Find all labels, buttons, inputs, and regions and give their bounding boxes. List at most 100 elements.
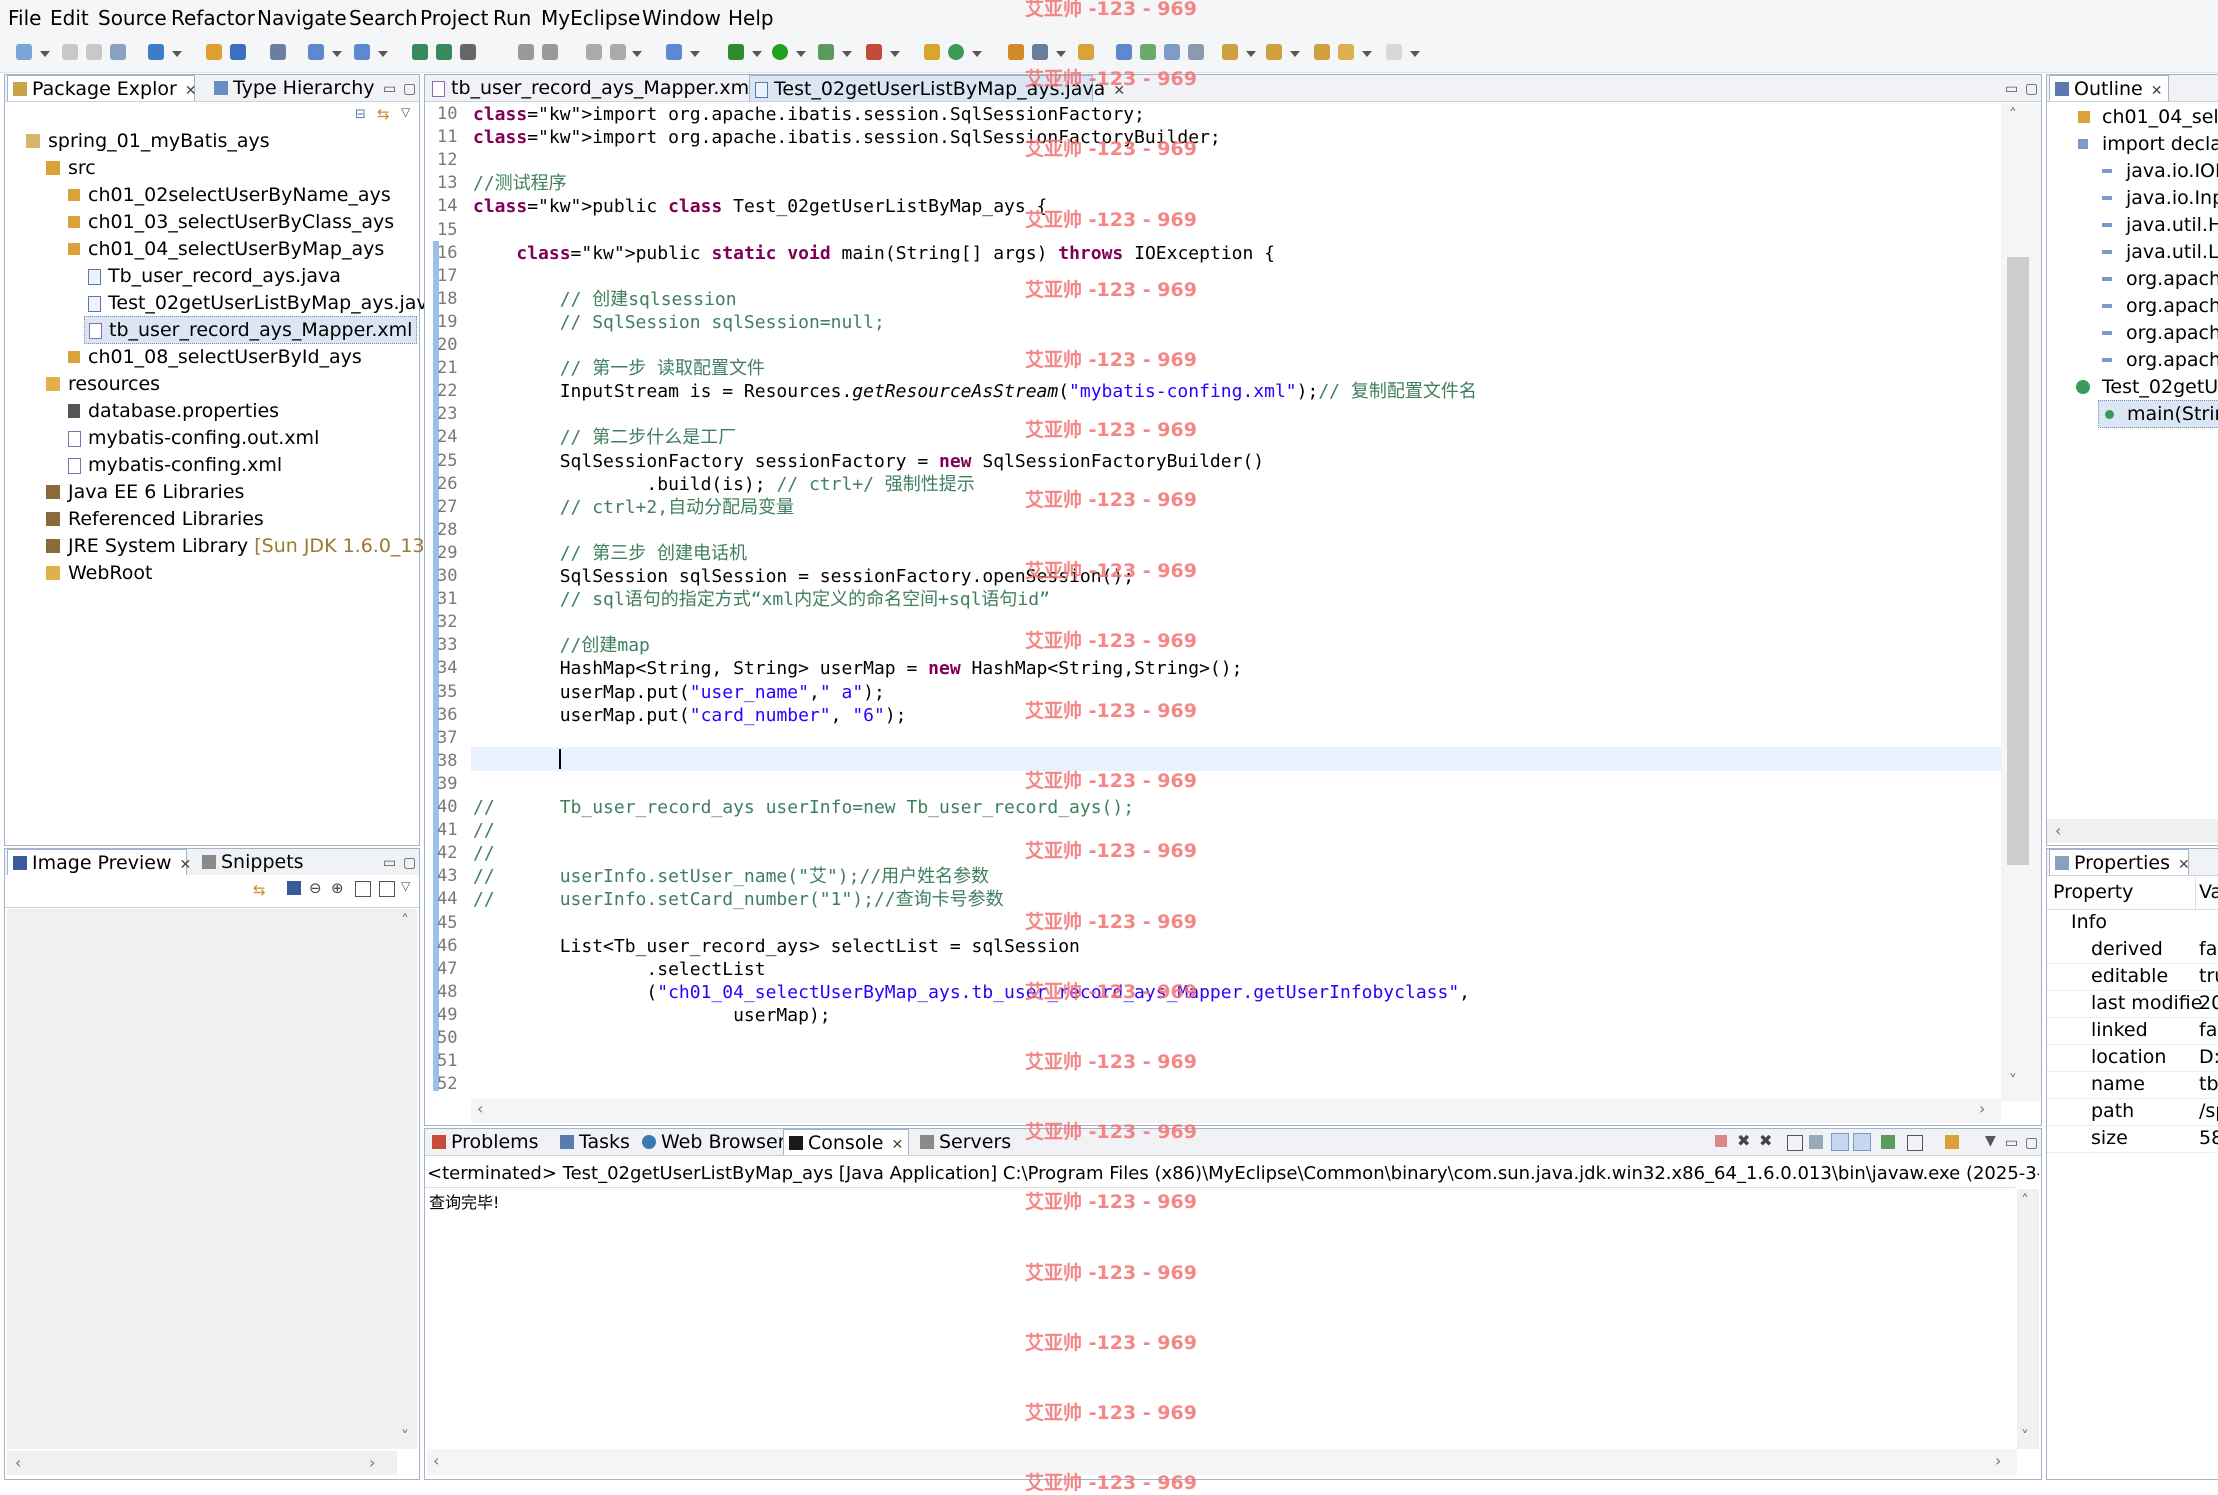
new-package-icon[interactable]	[412, 44, 428, 60]
tree-item[interactable]: Test_02getUserListByMap_ays.java	[86, 290, 439, 316]
close-icon[interactable]: ✕	[180, 857, 192, 873]
open-resource-icon[interactable]	[230, 44, 246, 60]
perspective-icon[interactable]	[666, 44, 682, 60]
clear-console-icon[interactable]	[1787, 1135, 1803, 1151]
scroll-down-icon[interactable]: ˅	[2021, 1427, 2029, 1446]
pin-console-icon[interactable]	[1881, 1135, 1895, 1149]
scroll-left-icon[interactable]: ‹	[433, 1451, 439, 1470]
menu-edit[interactable]: Edit	[50, 6, 89, 30]
scroll-down-icon[interactable]: ˅	[2009, 1071, 2017, 1090]
scroll-down-icon[interactable]: ˅	[401, 1427, 409, 1446]
maximize-icon[interactable]: ▢	[2025, 1135, 2038, 1151]
close-icon[interactable]: ✕	[2151, 83, 2163, 99]
tab-image-preview[interactable]: Image Preview ✕	[7, 849, 191, 875]
code-line[interactable]: //	[473, 819, 495, 842]
menu-run[interactable]: Run	[493, 6, 531, 30]
web-icon[interactable]	[460, 44, 476, 60]
terminate-icon[interactable]	[1715, 1135, 1727, 1147]
code-line[interactable]: // Tb_user_record_ays userInfo=new Tb_us…	[473, 796, 1134, 819]
show-whitespace-icon[interactable]	[1164, 44, 1180, 60]
code-line[interactable]: SqlSessionFactory sessionFactory = new S…	[473, 450, 1264, 473]
external-tools-icon[interactable]	[866, 44, 882, 60]
property-row[interactable]: name tb	[2047, 1071, 2218, 1099]
code-line[interactable]: // userInfo.setUser_name("艾");//用户姓名参数	[473, 865, 989, 888]
tab-snippets[interactable]: Snippets	[197, 849, 304, 875]
open-task-icon[interactable]	[1008, 44, 1024, 60]
outline-item[interactable]: org.apache	[2102, 266, 2218, 292]
tab-type-hierarchy[interactable]: Type Hierarchy	[209, 75, 375, 101]
tree-item[interactable]: mybatis-confing.xml	[66, 452, 282, 478]
code-line[interactable]: // ctrl+2,自动分配局变量	[473, 496, 794, 519]
toggle-mark-occurrences-icon[interactable]	[1140, 44, 1156, 60]
new-icon[interactable]	[16, 44, 32, 60]
full-screen-icon[interactable]	[379, 881, 395, 897]
minimize-icon[interactable]: ▭	[2005, 81, 2018, 97]
tree-item[interactable]: WebRoot	[26, 560, 152, 586]
tab-outline[interactable]: Outline ✕	[2049, 75, 2169, 101]
dropdown-arrow-icon[interactable]	[332, 51, 342, 57]
maximize-icon[interactable]: ▢	[403, 855, 416, 871]
code-line[interactable]: //创建map	[473, 634, 650, 657]
previous-annotation-icon[interactable]	[1266, 44, 1282, 60]
property-row[interactable]: derived fal	[2047, 936, 2218, 964]
zoom-out-icon[interactable]: ⊖	[309, 879, 322, 897]
dropdown-arrow-icon[interactable]	[632, 51, 642, 57]
collapse-all-icon[interactable]: ⊟	[355, 107, 366, 122]
outline-item[interactable]: org.apache	[2102, 320, 2218, 346]
new-java-class-icon[interactable]	[948, 44, 964, 60]
outline-item[interactable]: java.io.IOEx	[2102, 158, 2218, 184]
print-icon[interactable]	[110, 44, 126, 60]
dropdown-arrow-icon[interactable]	[972, 51, 982, 57]
tree-item[interactable]: database.properties	[66, 398, 279, 424]
last-edit-location-icon[interactable]	[1314, 44, 1330, 60]
outline-item[interactable]: Test_02getUs	[2076, 374, 2218, 400]
code-line[interactable]: // 创建sqlsession	[473, 288, 737, 311]
code-line[interactable]: InputStream is = Resources.getResourceAs…	[473, 380, 1477, 403]
debug-icon[interactable]	[728, 44, 744, 60]
code-line[interactable]: .build(is); // ctrl+/ 强制性提示	[473, 473, 974, 496]
outline-item-selected[interactable]: main(Strin	[2098, 400, 2218, 428]
maximize-icon[interactable]: ▢	[403, 81, 416, 97]
show-on-output-icon[interactable]	[1831, 1133, 1849, 1151]
code-line[interactable]: // 第三步 创建电话机	[473, 542, 747, 565]
close-icon[interactable]: ✕	[891, 1137, 903, 1153]
new-class-icon[interactable]	[436, 44, 452, 60]
code-line[interactable]: userMap.put("card_number", "6");	[473, 704, 907, 727]
tree-item[interactable]: Java EE 6 Libraries	[46, 479, 244, 505]
debug-server-icon[interactable]	[270, 44, 286, 60]
new-java-project-icon[interactable]	[148, 44, 164, 60]
tool-icon[interactable]	[610, 44, 626, 60]
server-icon[interactable]	[354, 44, 370, 60]
property-row[interactable]: editable tru	[2047, 963, 2218, 991]
dropdown-arrow-icon[interactable]	[690, 51, 700, 57]
code-line[interactable]: .selectList	[473, 958, 765, 981]
dropdown-arrow-icon[interactable]	[842, 51, 852, 57]
code-line[interactable]: // 第二步什么是工厂	[473, 426, 737, 449]
dropdown-arrow-icon[interactable]	[796, 51, 806, 57]
display-console-icon[interactable]	[1907, 1135, 1923, 1151]
outline-horizontal-scrollbar[interactable]	[2047, 819, 2218, 843]
maximize-icon[interactable]: ▢	[2025, 81, 2038, 97]
tree-item-selected[interactable]: tb_user_record_ays_Mapper.xml	[84, 316, 418, 344]
run-coverage-icon[interactable]	[818, 44, 834, 60]
outline-item[interactable]: org.apache	[2102, 293, 2218, 319]
block-selection-icon[interactable]	[1188, 44, 1204, 60]
dropdown-arrow-icon[interactable]	[1410, 51, 1420, 57]
menu-myeclipse[interactable]: MyEclipse	[541, 6, 640, 30]
scroll-up-icon[interactable]: ˄	[2009, 105, 2017, 124]
dropdown-arrow-icon[interactable]	[378, 51, 388, 57]
tab-package-explorer[interactable]: Package Explor ✕	[7, 75, 197, 101]
close-icon[interactable]: ✕	[2178, 857, 2190, 873]
property-row[interactable]: location D:	[2047, 1044, 2218, 1072]
actual-size-icon[interactable]	[355, 881, 371, 897]
scroll-up-icon[interactable]: ˄	[401, 911, 409, 930]
scroll-left-icon[interactable]: ‹	[15, 1453, 21, 1472]
property-row[interactable]: linked fal	[2047, 1017, 2218, 1045]
scroll-right-icon[interactable]: ›	[1995, 1451, 2001, 1470]
fit-image-icon[interactable]	[287, 881, 301, 895]
scroll-lock-icon[interactable]	[1809, 1135, 1823, 1149]
tree-item[interactable]: JRE System Library [Sun JDK 1.6.0_13]	[46, 533, 432, 559]
code-line[interactable]: //测试程序	[473, 172, 567, 195]
deploy-icon[interactable]	[308, 44, 324, 60]
code-line[interactable]: class="kw">import org.apache.ibatis.sess…	[473, 103, 1145, 126]
